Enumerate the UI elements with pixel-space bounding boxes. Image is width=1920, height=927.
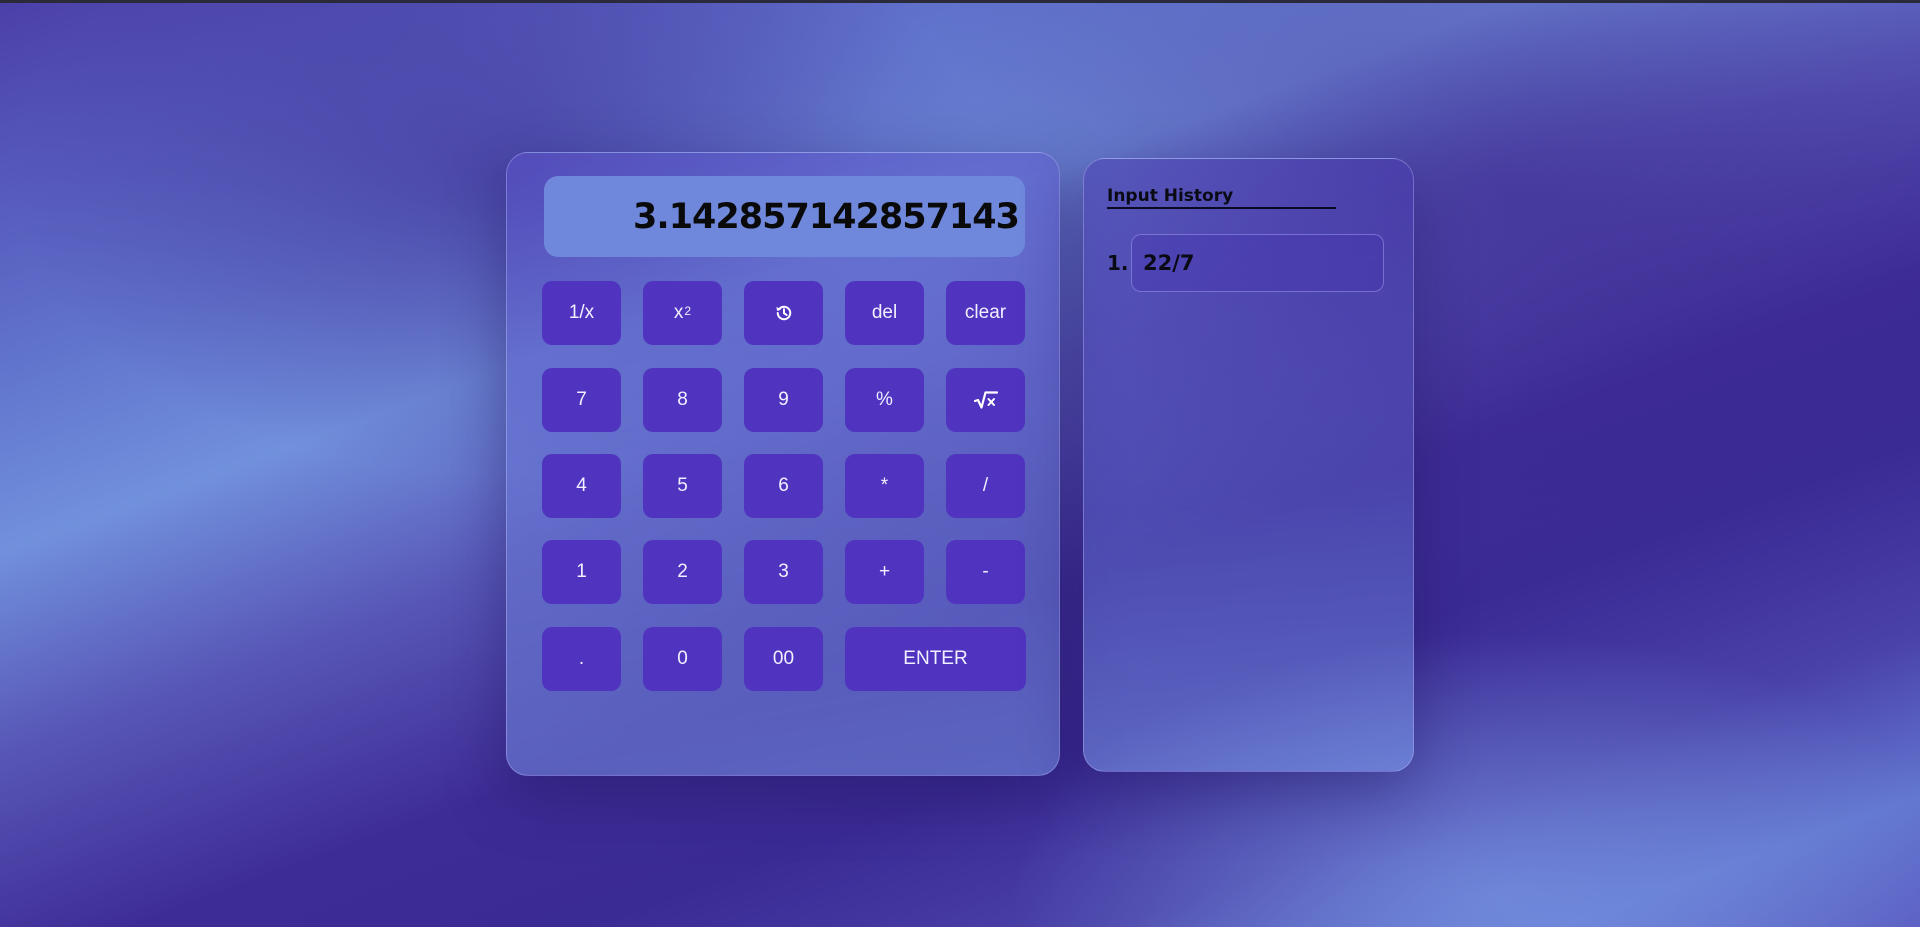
square-root-icon [973, 391, 998, 409]
divide-button[interactable]: / [946, 454, 1025, 518]
digit-0-button[interactable]: 0 [643, 627, 722, 691]
square-button-base: x [673, 302, 684, 323]
double-zero-button[interactable]: 00 [744, 627, 823, 691]
decimal-point-button[interactable]: . [542, 627, 621, 691]
delete-button[interactable]: del [845, 281, 924, 345]
digit-7-button[interactable]: 7 [542, 368, 621, 432]
multiply-button[interactable]: * [845, 454, 924, 518]
input-history-panel: Input History 1. 22/7 [1083, 158, 1414, 772]
history-item-expression[interactable]: 22/7 [1131, 234, 1384, 292]
square-button-exponent: 2 [684, 304, 692, 318]
reciprocal-button[interactable]: 1/x [542, 281, 621, 345]
digit-9-button[interactable]: 9 [744, 368, 823, 432]
square-button[interactable]: x2 [643, 281, 722, 345]
minus-button[interactable]: - [946, 540, 1025, 604]
digit-6-button[interactable]: 6 [744, 454, 823, 518]
calculator-display: 3.142857142857143 [544, 176, 1025, 257]
display-value: 3.142857142857143 [633, 196, 1020, 237]
clear-button[interactable]: clear [946, 281, 1025, 345]
window-top-border [0, 0, 1920, 3]
history-icon [774, 303, 794, 323]
digit-8-button[interactable]: 8 [643, 368, 722, 432]
percent-button[interactable]: % [845, 368, 924, 432]
digit-2-button[interactable]: 2 [643, 540, 722, 604]
digit-4-button[interactable]: 4 [542, 454, 621, 518]
history-button[interactable] [744, 281, 823, 345]
calculator-panel: 3.142857142857143 1/x x2 del clear 7 8 9… [506, 152, 1060, 776]
enter-button[interactable]: ENTER [845, 627, 1026, 691]
history-item: 1. 22/7 [1107, 234, 1384, 292]
plus-button[interactable]: + [845, 540, 924, 604]
history-title: Input History [1107, 185, 1336, 209]
digit-5-button[interactable]: 5 [643, 454, 722, 518]
digit-3-button[interactable]: 3 [744, 540, 823, 604]
history-item-index: 1. [1107, 251, 1129, 275]
digit-1-button[interactable]: 1 [542, 540, 621, 604]
square-root-button[interactable] [946, 368, 1025, 432]
